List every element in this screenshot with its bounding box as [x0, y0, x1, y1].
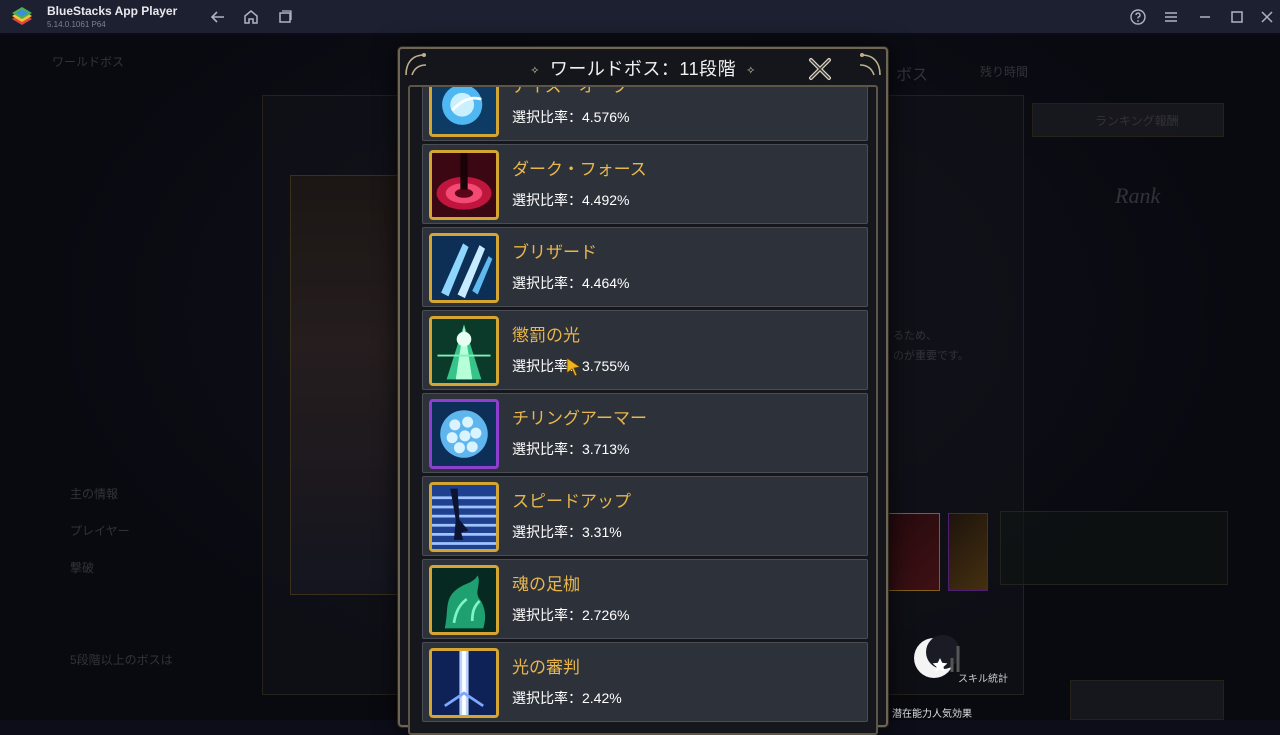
skill-stats-label: スキル統計 — [958, 674, 1008, 685]
skill-row[interactable]: アイス・オーブ 選択比率：4.576% — [422, 85, 868, 141]
close-icon[interactable] — [806, 56, 834, 82]
skill-row[interactable]: 魂の足枷 選択比率：2.726% — [422, 559, 868, 639]
skill-name: アイス・オーブ — [512, 85, 629, 96]
menu-icon[interactable] — [1160, 6, 1182, 28]
skill-rate: 選択比率：4.576% — [512, 109, 630, 125]
skill-rate: 選択比率：4.464% — [512, 275, 630, 291]
punishment-light-icon — [429, 316, 499, 386]
world-boss-skill-modal: ✧ ワールドボス：11段階 ✧ アイス・オーブ 選択比率：4.576% ダーク・… — [398, 47, 888, 735]
skill-stats-widget[interactable]: スキル統計 — [900, 630, 1010, 690]
app-title: BlueStacks App Player — [47, 4, 178, 18]
skill-rate: 選択比率：3.31% — [512, 524, 622, 540]
emulator-titlebar: BlueStacks App Player 5.14.0.1061 P64 — [0, 0, 1280, 34]
home-icon[interactable] — [240, 6, 262, 28]
crescent-moon-star-icon — [914, 635, 960, 678]
light-judgment-icon — [429, 648, 499, 718]
recent-apps-icon[interactable] — [274, 6, 296, 28]
skill-row[interactable]: スピードアップ 選択比率：3.31% — [422, 476, 868, 556]
potential-label: 潜在能力人気効果 — [892, 709, 972, 720]
minimize-icon[interactable] — [1194, 6, 1216, 28]
maximize-icon[interactable] — [1226, 6, 1248, 28]
blizzard-icon — [429, 233, 499, 303]
back-arrow-icon[interactable] — [207, 6, 229, 28]
skill-row[interactable]: チリングアーマー 選択比率：3.713% — [422, 393, 868, 473]
skill-name: 懲罰の光 — [512, 326, 580, 345]
skill-rate: 選択比率：2.726% — [512, 607, 630, 623]
skill-list-container[interactable]: アイス・オーブ 選択比率：4.576% ダーク・フォース 選択比率：4.492% — [408, 85, 878, 735]
skill-name: ダーク・フォース — [512, 160, 647, 179]
skill-name: 光の審判 — [512, 658, 580, 677]
skill-name: スピードアップ — [512, 492, 631, 511]
skill-name: チリングアーマー — [512, 409, 647, 428]
skill-rate: 選択比率：3.713% — [512, 441, 630, 457]
sparkle-icon: ✧ — [530, 64, 540, 77]
close-window-icon[interactable] — [1256, 6, 1278, 28]
modal-title: ワールドボス：11段階 — [549, 59, 737, 79]
skill-row[interactable]: ダーク・フォース 選択比率：4.492% — [422, 144, 868, 224]
skill-name: ブリザード — [512, 243, 597, 262]
skill-rate: 選択比率：2.42% — [512, 690, 622, 706]
mouse-cursor-icon — [566, 357, 582, 377]
skill-row[interactable]: 懲罰の光 選択比率：3.755% — [422, 310, 868, 390]
speed-up-icon — [429, 482, 499, 552]
ice-orb-icon — [429, 87, 499, 137]
bluestacks-logo-icon — [12, 7, 32, 25]
skill-name: 魂の足枷 — [512, 575, 580, 594]
sparkle-icon: ✧ — [746, 64, 756, 77]
help-icon[interactable] — [1127, 6, 1149, 28]
skill-row[interactable]: 光の審判 選択比率：2.42% — [422, 642, 868, 722]
soul-shackle-icon — [429, 565, 499, 635]
app-version: 5.14.0.1061 P64 — [47, 20, 106, 29]
dark-force-icon — [429, 150, 499, 220]
chilling-armor-icon — [429, 399, 499, 469]
skill-rate: 選択比率：4.492% — [512, 192, 630, 208]
skill-row[interactable]: ブリザード 選択比率：4.464% — [422, 227, 868, 307]
